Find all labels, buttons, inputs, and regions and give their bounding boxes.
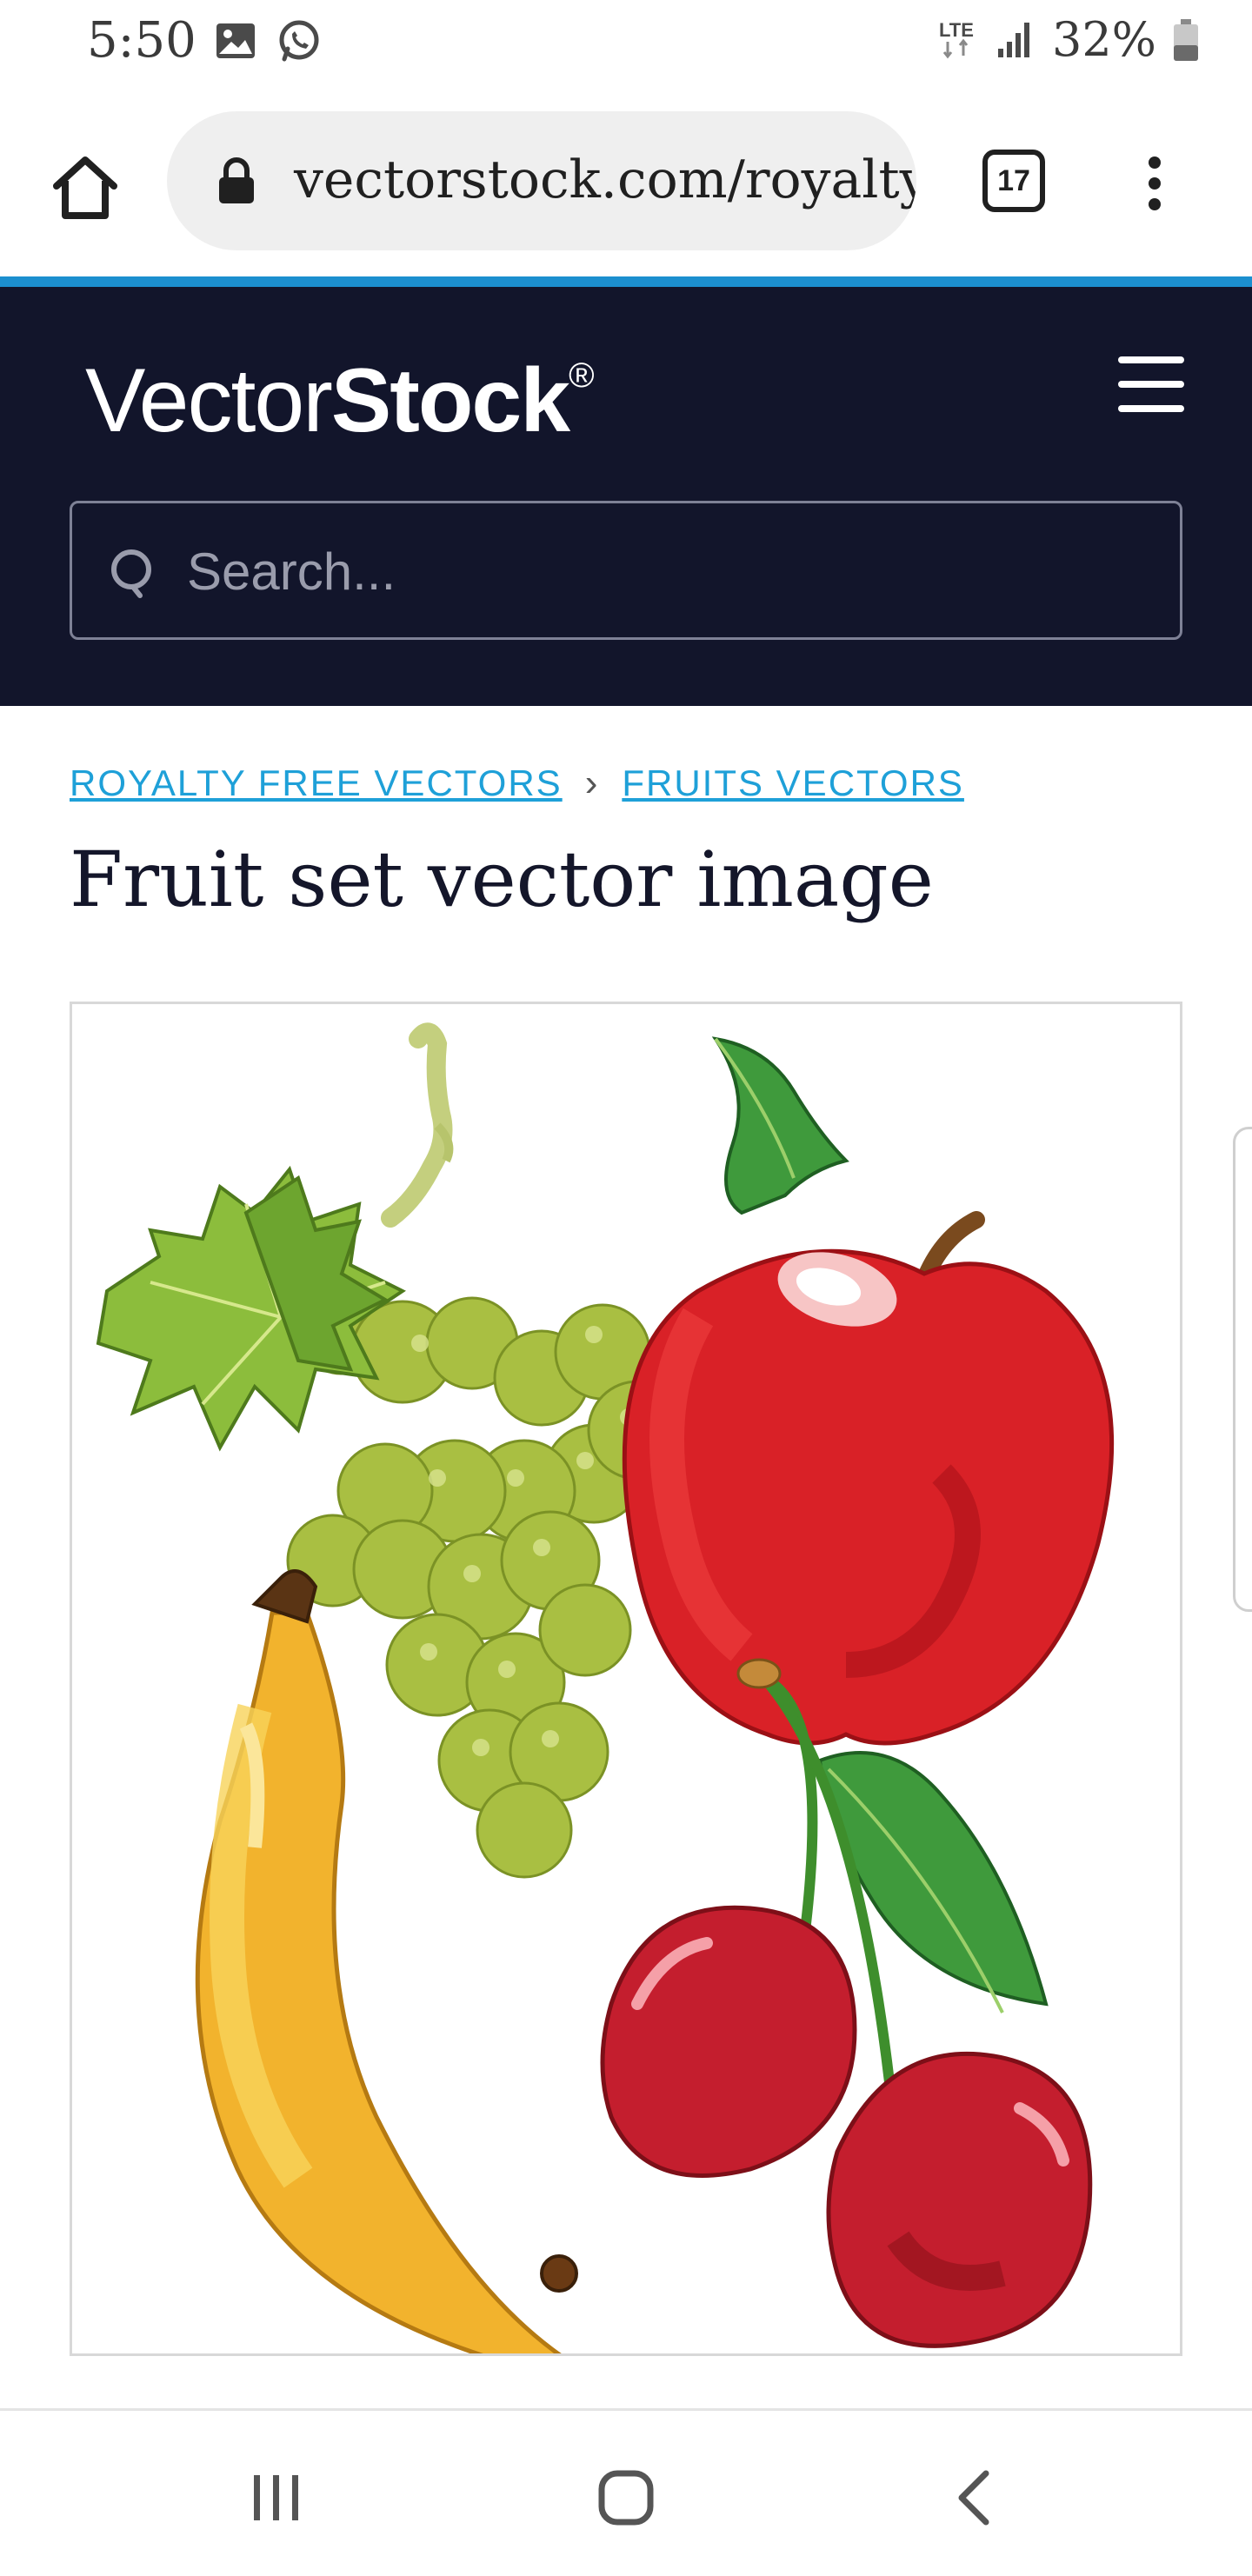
status-notification-icons bbox=[214, 19, 322, 64]
recent-apps-icon bbox=[254, 2475, 298, 2520]
url-text: vectorstock.com/royalty bbox=[294, 150, 916, 210]
grapes-illustration bbox=[96, 1022, 688, 1879]
hamburger-menu-icon[interactable] bbox=[1118, 356, 1184, 414]
tab-switcher-button[interactable]: 17 bbox=[982, 150, 1045, 212]
breadcrumb: ROYALTY FREE VECTORS › FRUITS VECTORS bbox=[70, 762, 964, 805]
side-panel-handle[interactable] bbox=[1233, 1127, 1252, 1612]
page-load-indicator bbox=[0, 276, 1252, 287]
page-title: Fruit set vector image bbox=[70, 835, 934, 924]
battery-percentage: 32% bbox=[1051, 12, 1156, 67]
search-input[interactable] bbox=[187, 536, 1143, 606]
battery-icon bbox=[1174, 18, 1198, 61]
status-time: 5:50 bbox=[87, 12, 196, 69]
more-vert-icon[interactable] bbox=[1139, 151, 1170, 221]
breadcrumb-separator: › bbox=[584, 762, 600, 804]
address-bar[interactable]: vectorstock.com/royalty bbox=[167, 111, 916, 250]
home-icon bbox=[53, 156, 117, 219]
cherries-illustration bbox=[600, 1658, 1093, 2348]
status-bar: 5:50 LTE 32% bbox=[0, 0, 1252, 90]
breadcrumb-royalty-free-vectors[interactable]: ROYALTY FREE VECTORS bbox=[70, 762, 563, 804]
browser-home-button[interactable] bbox=[43, 146, 127, 230]
system-home-button[interactable] bbox=[583, 2463, 669, 2533]
home-circle-icon bbox=[598, 2470, 654, 2526]
lock-icon bbox=[219, 157, 254, 203]
back-icon bbox=[958, 2470, 989, 2526]
lte-icon: LTE bbox=[939, 19, 974, 58]
search-icon bbox=[111, 549, 151, 598]
status-system-icons: LTE 32% bbox=[937, 12, 1200, 67]
recent-apps-button[interactable] bbox=[233, 2463, 320, 2533]
signal-icon bbox=[997, 22, 1029, 57]
whatsapp-icon bbox=[279, 20, 319, 62]
fruit-set-illustration bbox=[96, 1022, 1115, 2353]
system-navigation-bar bbox=[0, 2408, 1252, 2576]
apple-illustration bbox=[622, 1036, 1115, 1746]
svg-text:LTE: LTE bbox=[939, 19, 974, 41]
gallery-icon bbox=[216, 23, 255, 58]
browser-toolbar: vectorstock.com/royalty 17 bbox=[0, 90, 1252, 276]
search-box[interactable] bbox=[70, 501, 1182, 640]
breadcrumb-fruits-vectors[interactable]: FRUITS VECTORS bbox=[622, 762, 964, 804]
site-header: VectorStock® bbox=[0, 287, 1252, 706]
tab-count: 17 bbox=[997, 163, 1030, 197]
back-button[interactable] bbox=[930, 2463, 1017, 2533]
vectorstock-logo[interactable]: VectorStock® bbox=[85, 349, 595, 453]
vector-preview-image[interactable] bbox=[70, 1002, 1182, 2356]
